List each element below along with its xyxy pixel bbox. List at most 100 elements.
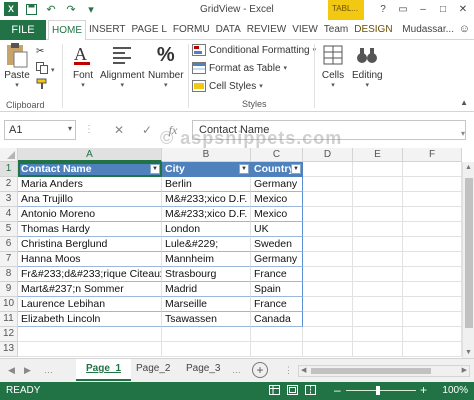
zoom-out-icon[interactable]: – [334,383,341,397]
cut-button[interactable]: ✂ [36,46,44,57]
grid-cell[interactable] [403,252,462,267]
tab-design[interactable]: DESIGN [351,20,395,40]
next-sheet-icon[interactable]: ▶ [24,365,31,376]
feedback-smiley-icon[interactable]: ☺ [459,23,470,35]
grid-cell[interactable] [162,342,251,357]
redo-icon[interactable]: ↷ [64,2,78,16]
column-header-a[interactable]: A [18,148,162,162]
grid-cell[interactable]: France [251,267,303,282]
grid-cell[interactable]: Mexico [251,192,303,207]
collapse-ribbon-icon[interactable]: ▲ [460,98,468,107]
copy-button[interactable]: ▾ [36,62,55,77]
grid-cell[interactable] [403,192,462,207]
grid-cell[interactable] [403,207,462,222]
ribbon-display-icon[interactable]: ▭ [394,2,412,16]
grid-cell[interactable]: Madrid [162,282,251,297]
filter-dropdown-icon[interactable]: ▼ [150,164,160,174]
grid-cell[interactable]: London [162,222,251,237]
table-tools-context-tab[interactable]: TABL... [328,0,364,20]
grid-cell[interactable] [353,312,403,327]
grid-cell[interactable]: M&#233;xico D.F. [162,192,251,207]
more-sheets-right-icon[interactable]: … [232,365,241,375]
tab-insert[interactable]: INSERT [86,20,129,40]
grid-cell[interactable] [353,192,403,207]
grid-cell[interactable]: UK [251,222,303,237]
grid-cell[interactable]: Hanna Moos [18,252,162,267]
save-icon[interactable] [24,2,38,16]
formula-bar-resize-handle[interactable]: ⋮ [84,124,94,135]
grid-cell[interactable] [353,222,403,237]
grid-cell[interactable]: Germany [251,177,303,192]
grid-cell[interactable] [353,342,403,357]
customize-qat-icon[interactable]: ▾ [84,2,98,16]
worksheet-grid[interactable]: A B C D E F 1 Contact Name ▼ City ▼ Coun… [0,148,474,358]
grid-cell[interactable]: Strasbourg [162,267,251,282]
grid-cell[interactable] [403,222,462,237]
conditional-formatting-button[interactable]: Conditional Formatting ▾ [192,44,316,56]
column-header-e[interactable]: E [353,148,403,162]
grid-cell[interactable] [353,327,403,342]
minimize-icon[interactable]: – [414,2,432,16]
scroll-left-icon[interactable]: ◀ [301,366,306,374]
zoom-level[interactable]: 100% [442,385,468,396]
more-sheets-icon[interactable]: … [44,365,53,375]
filter-dropdown-icon[interactable]: ▼ [239,164,249,174]
cells-button[interactable]: Cells ▾ [320,42,346,89]
grid-cell[interactable] [403,162,462,177]
user-account[interactable]: Mudassar... [402,24,454,35]
undo-icon[interactable]: ↶ [44,2,58,16]
grid-cell[interactable]: Canada [251,312,303,327]
grid-cell[interactable] [303,222,353,237]
grid-cell[interactable] [353,282,403,297]
column-header-d[interactable]: D [303,148,353,162]
grid-cell[interactable] [303,312,353,327]
grid-cell[interactable]: Mexico [251,207,303,222]
grid-cell[interactable]: Antonio Moreno [18,207,162,222]
tab-file[interactable]: FILE [0,20,46,40]
horizontal-scroll-thumb[interactable] [311,368,431,374]
horizontal-scrollbar[interactable]: ◀ ▶ [298,365,470,377]
grid-cell[interactable] [403,297,462,312]
page-layout-view-icon[interactable] [286,384,298,396]
vertical-scrollbar[interactable]: ▲ ▼ [462,162,474,358]
vertical-scroll-thumb[interactable] [465,178,473,328]
grid-cell[interactable] [403,342,462,357]
table-header-cell[interactable]: Country ▼ [251,162,303,177]
format-painter-button[interactable] [36,78,48,93]
grid-cell[interactable]: M&#233;xico D.F. [162,207,251,222]
scroll-down-icon[interactable]: ▼ [465,349,472,356]
format-as-table-button[interactable]: Format as Table ▾ [192,62,287,74]
grid-cell[interactable] [303,162,353,177]
grid-cell[interactable] [353,297,403,312]
sheet-tab-page-1[interactable]: Page_1 [76,359,132,381]
paste-dropdown-icon[interactable]: ▾ [15,81,19,89]
grid-cell[interactable] [251,327,303,342]
name-box-dropdown-icon[interactable]: ▾ [68,124,72,133]
row-header[interactable]: 12 [0,327,18,342]
scroll-up-icon[interactable]: ▲ [465,164,472,171]
paste-button[interactable]: Paste ▾ [4,42,30,89]
grid-cell[interactable] [403,177,462,192]
sheet-tab-page-3[interactable]: Page_3 [176,359,230,381]
row-header[interactable]: 6 [0,237,18,252]
grid-cell[interactable] [303,297,353,312]
grid-cell[interactable] [353,177,403,192]
grid-cell[interactable] [303,177,353,192]
grid-cell[interactable] [353,267,403,282]
grid-cell[interactable]: Maria Anders [18,177,162,192]
row-header[interactable]: 4 [0,207,18,222]
close-icon[interactable]: ✕ [454,2,472,16]
tab-formulas[interactable]: FORMU [170,20,213,40]
grid-cell[interactable]: Sweden [251,237,303,252]
grid-cell[interactable]: Elizabeth Lincoln [18,312,162,327]
filter-dropdown-icon[interactable]: ▼ [291,164,301,174]
row-header[interactable]: 2 [0,177,18,192]
grid-cell[interactable]: Spain [251,282,303,297]
grid-cell[interactable]: Mart&#237;n Sommer [18,282,162,297]
previous-sheet-icon[interactable]: ◀ [8,365,15,376]
tab-data[interactable]: DATA [213,20,244,40]
tab-team[interactable]: Team [321,20,351,40]
row-header[interactable]: 11 [0,312,18,327]
grid-cell[interactable]: Marseille [162,297,251,312]
grid-cell[interactable] [403,312,462,327]
